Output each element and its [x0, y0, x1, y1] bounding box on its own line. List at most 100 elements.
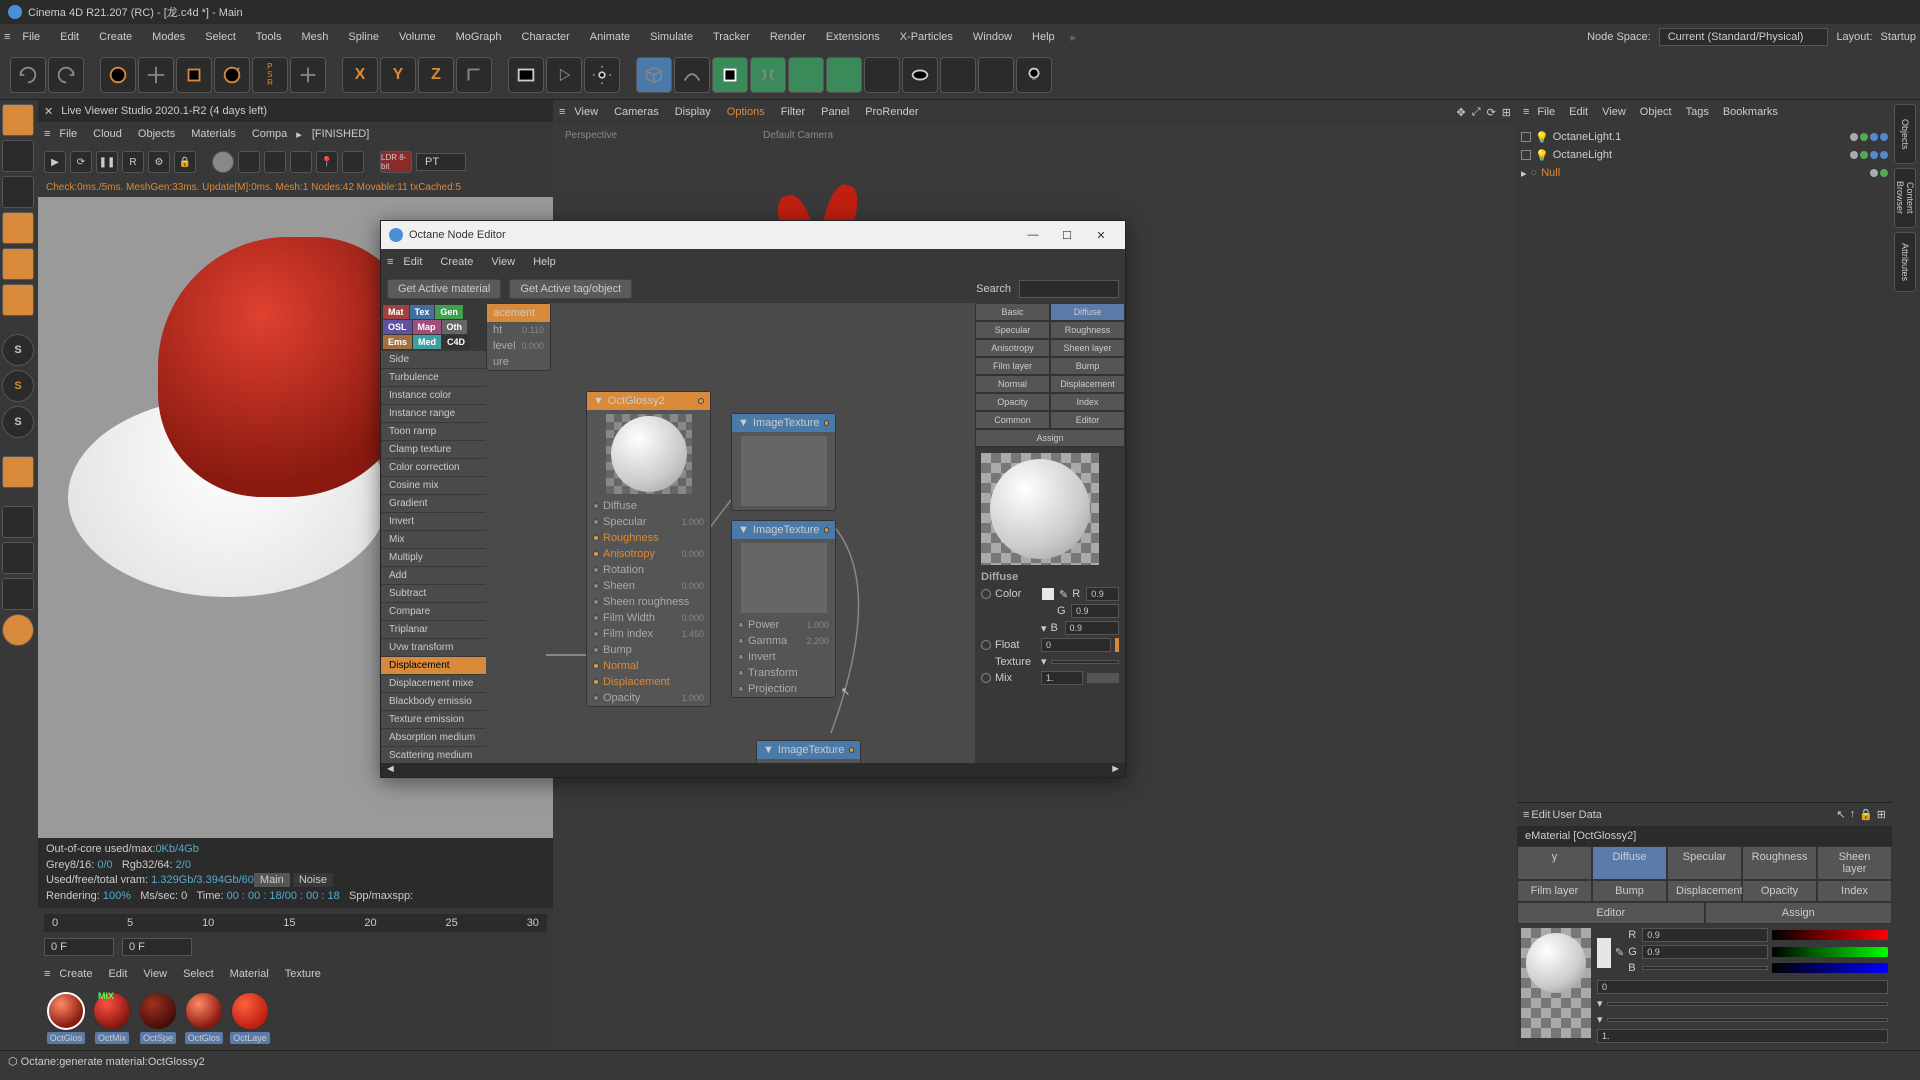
- vp-menu-filter[interactable]: Filter: [774, 103, 812, 121]
- menu-character[interactable]: Character: [514, 27, 578, 47]
- property-tab[interactable]: Roughness: [1050, 321, 1125, 339]
- node-list-item[interactable]: Subtract: [381, 585, 486, 603]
- node-list-item[interactable]: Instance range: [381, 405, 486, 423]
- field-button[interactable]: [788, 57, 824, 93]
- dropdown-icon[interactable]: ▾: [1041, 622, 1047, 635]
- category-tab-osl[interactable]: OSL: [383, 320, 412, 334]
- lv-ldr-button[interactable]: LDR 8-bit: [380, 151, 412, 173]
- node-list-item[interactable]: Displacement mixe: [381, 675, 486, 693]
- obj-menu-edit[interactable]: Edit: [1563, 103, 1594, 121]
- socket-dot[interactable]: [593, 679, 599, 685]
- socket-dot[interactable]: [593, 695, 599, 701]
- menu-create[interactable]: Create: [91, 27, 140, 47]
- socket-dot[interactable]: [738, 622, 744, 628]
- node-socket[interactable]: Rotation: [587, 562, 710, 578]
- category-tab-oth[interactable]: Oth: [442, 320, 468, 334]
- node-socket[interactable]: Gamma2.200: [732, 633, 835, 649]
- collapse-icon[interactable]: ▼: [738, 417, 749, 429]
- node-socket[interactable]: Specular1.000: [587, 514, 710, 530]
- node-socket[interactable]: Diffuse: [587, 498, 710, 514]
- lv-pause-button[interactable]: ❚❚: [96, 151, 118, 173]
- menu-xparticles[interactable]: X-Particles: [892, 27, 961, 47]
- lv-menu-objects[interactable]: Objects: [131, 125, 182, 143]
- output-socket[interactable]: [849, 747, 854, 753]
- mat-menu-edit[interactable]: Edit: [101, 965, 134, 983]
- magnet-button[interactable]: [2, 456, 34, 488]
- workplane-button[interactable]: [2, 176, 34, 208]
- b-slider[interactable]: [1772, 963, 1888, 973]
- b-field[interactable]: [1642, 966, 1768, 970]
- deformer-button[interactable]: [750, 57, 786, 93]
- socket-dot[interactable]: [593, 631, 599, 637]
- node-socket[interactable]: Roughness: [587, 530, 710, 546]
- node-socket[interactable]: Sheen0.000: [587, 578, 710, 594]
- checkbox-icon[interactable]: [1521, 150, 1531, 160]
- vp-menu-view[interactable]: View: [567, 103, 605, 121]
- lv-menu-cloud[interactable]: Cloud: [86, 125, 129, 143]
- bulb-button[interactable]: [1016, 57, 1052, 93]
- node-socket[interactable]: Invert: [732, 649, 835, 665]
- image-texture-node-2[interactable]: ▼ImageTexture Power1.000Gamma2.200Invert…: [731, 520, 836, 698]
- socket-dot[interactable]: [593, 519, 599, 525]
- material-preview[interactable]: [981, 453, 1099, 565]
- socket-dot[interactable]: [593, 535, 599, 541]
- cloner-button[interactable]: [826, 57, 862, 93]
- vp-maximize-icon[interactable]: ⊞: [1502, 106, 1511, 119]
- collapse-icon[interactable]: ▼: [738, 524, 749, 536]
- octane-button[interactable]: [2, 614, 34, 646]
- output-socket[interactable]: [698, 398, 704, 404]
- get-active-tag-button[interactable]: Get Active tag/object: [509, 279, 632, 299]
- float-slider[interactable]: [1115, 638, 1119, 652]
- lock3-button[interactable]: [2, 578, 34, 610]
- socket-dot[interactable]: [593, 615, 599, 621]
- vp-menu-prorender[interactable]: ProRender: [858, 103, 925, 121]
- g-value-field[interactable]: 0.9: [1071, 604, 1119, 618]
- vp-menu-display[interactable]: Display: [668, 103, 718, 121]
- node-socket[interactable]: Power1.000: [732, 617, 835, 633]
- node-list-item[interactable]: Toon ramp: [381, 423, 486, 441]
- b-value-field[interactable]: 0.9: [1065, 621, 1119, 635]
- lock2-button[interactable]: [2, 542, 34, 574]
- attr-tab-editor[interactable]: Editor: [1517, 902, 1705, 924]
- node-list-item[interactable]: Uvw transform: [381, 639, 486, 657]
- nodespace-dropdown[interactable]: Current (Standard/Physical): [1659, 28, 1829, 46]
- node-list-item[interactable]: Clamp texture: [381, 441, 486, 459]
- node-list-item[interactable]: Add: [381, 567, 486, 585]
- lv-region3-button[interactable]: [290, 151, 312, 173]
- point-mode-button[interactable]: [2, 212, 34, 244]
- eyedropper-icon[interactable]: ✎: [1059, 588, 1068, 601]
- g-field[interactable]: 0.9: [1642, 945, 1768, 959]
- lv-hamburger-icon[interactable]: ≡: [44, 128, 50, 140]
- lv-region2-button[interactable]: [264, 151, 286, 173]
- property-tab[interactable]: Assign: [975, 429, 1125, 447]
- attr-hamburger-icon[interactable]: ≡: [1523, 809, 1529, 821]
- socket-dot[interactable]: [593, 503, 599, 509]
- socket-dot[interactable]: [738, 654, 744, 660]
- output-socket[interactable]: [824, 527, 829, 533]
- camera-button[interactable]: [902, 57, 938, 93]
- obj-menu-tags[interactable]: Tags: [1680, 103, 1715, 121]
- objects-tab[interactable]: Objects: [1894, 104, 1916, 164]
- r-field[interactable]: 0.9: [1642, 928, 1768, 942]
- node-socket[interactable]: Displacement: [587, 674, 710, 690]
- lv-lock-icon[interactable]: 🔒: [174, 151, 196, 173]
- material-swatch[interactable]: OctGlos: [182, 992, 226, 1044]
- object-name[interactable]: Null: [1541, 167, 1560, 179]
- lv-menu-compa[interactable]: Compa: [245, 125, 294, 143]
- property-tab[interactable]: Basic: [975, 303, 1050, 321]
- attr-back-icon[interactable]: ↖: [1836, 808, 1845, 821]
- radio-button[interactable]: [981, 589, 991, 599]
- menu-help[interactable]: Help: [1024, 27, 1063, 47]
- move-tool[interactable]: [138, 57, 174, 93]
- lv-more-icon[interactable]: ▸: [296, 128, 302, 141]
- menu-file[interactable]: File: [14, 27, 48, 47]
- category-tab-c4d[interactable]: C4D: [442, 335, 470, 349]
- octglossy-node[interactable]: ▼OctGlossy2 DiffuseSpecular1.000Roughnes…: [586, 391, 711, 707]
- property-tab[interactable]: Index: [1050, 393, 1125, 411]
- stats-noise-tab[interactable]: Noise: [293, 873, 333, 887]
- menu-mograph[interactable]: MoGraph: [448, 27, 510, 47]
- mat-menu-material[interactable]: Material: [223, 965, 276, 983]
- category-tab-gen[interactable]: Gen: [435, 305, 463, 319]
- dropdown-icon[interactable]: ▾: [1597, 1013, 1603, 1026]
- object-tree[interactable]: 💡 OctaneLight.1 💡 OctaneLight ▸ ○ Null: [1517, 124, 1892, 186]
